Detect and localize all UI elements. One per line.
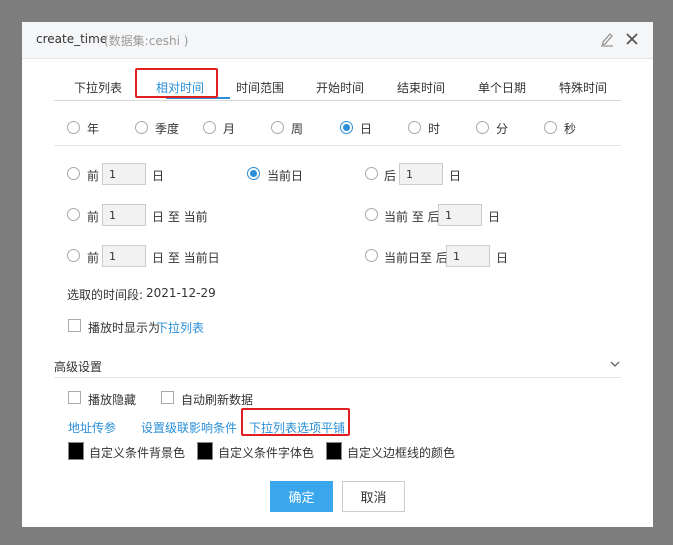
radio-day-label: 日 [360,122,373,136]
close-icon[interactable] [625,32,639,46]
previous-n-to-current-day-input[interactable] [102,245,146,267]
selected-period-label: 选取的时间段: [67,288,144,302]
radio-week[interactable] [271,121,284,134]
border-color-label: 自定义边框线的颜色 [347,446,456,460]
radio-minute-label: 分 [496,122,509,136]
condition-font-color-swatch[interactable] [197,442,213,460]
label-unit: 日 [488,210,501,224]
radio-quarter-label: 季度 [155,122,180,136]
label-current-to-next: 当前 至 后 [384,210,440,224]
cancel-button[interactable]: 取消 [342,481,405,512]
radio-previous-n-to-current[interactable] [67,208,80,221]
label-current-day: 当前日 [267,169,304,183]
tab-single-date[interactable]: 单个日期 [478,79,526,96]
dialog: create_time (数据集:ceshi ) 下拉列表 相对时间 时间范围 … [22,22,653,527]
previous-n-input[interactable] [102,163,146,185]
condition-font-color-label: 自定义条件字体色 [218,446,315,460]
dialog-subtitle: (数据集:ceshi ) [104,34,189,48]
label-unit: 日 [152,169,165,183]
highlight-box-tab [135,68,218,98]
auto-refresh-checkbox[interactable] [161,391,174,404]
tab-dropdown-list[interactable]: 下拉列表 [74,79,122,96]
radio-month-label: 月 [223,122,236,136]
label-unit-to-current: 日 至 当前 [152,210,208,224]
label-next: 后 [384,169,397,183]
tab-start-time[interactable]: 开始时间 [316,79,364,96]
previous-n-to-current-input[interactable] [102,204,146,226]
dialog-title: create_time [36,32,108,46]
border-color-swatch[interactable] [326,442,342,460]
title-bar: create_time (数据集:ceshi ) [22,22,653,59]
current-day-to-next-n-input[interactable] [446,245,490,267]
radio-day[interactable] [340,121,353,134]
radio-second[interactable] [544,121,557,134]
radio-minute[interactable] [476,121,489,134]
radio-current-day[interactable] [247,167,260,180]
condition-bg-color-swatch[interactable] [68,442,84,460]
divider [54,377,621,378]
label-previous: 前 [87,251,100,265]
radio-hour-label: 时 [428,122,441,136]
label-unit: 日 [449,169,462,183]
divider [54,145,621,146]
current-to-next-n-input[interactable] [438,204,482,226]
advanced-settings-title: 高级设置 [54,360,103,374]
label-unit: 日 [496,251,509,265]
radio-current-to-next-n[interactable] [365,208,378,221]
next-n-input[interactable] [399,163,443,185]
edit-icon[interactable] [600,31,614,47]
tab-end-time[interactable]: 结束时间 [397,79,445,96]
confirm-button[interactable]: 确定 [270,481,333,512]
highlight-box-link [241,408,350,436]
radio-next-n[interactable] [365,167,378,180]
url-params-link[interactable]: 地址传参 [68,419,116,436]
radio-second-label: 秒 [564,122,577,136]
selected-period-value: 2021-12-29 [146,286,216,300]
radio-year-label: 年 [87,122,100,136]
tab-special-time[interactable]: 特殊时间 [559,79,607,96]
radio-week-label: 周 [291,122,304,136]
play-display-link[interactable]: 下拉列表 [156,319,204,336]
condition-bg-color-label: 自定义条件背景色 [89,446,186,460]
radio-current-day-to-next-n[interactable] [365,249,378,262]
radio-year[interactable] [67,121,80,134]
radio-month[interactable] [203,121,216,134]
auto-refresh-label: 自动刷新数据 [181,393,254,407]
tab-time-range[interactable]: 时间范围 [236,79,284,96]
play-display-label: 播放时显示为 [88,321,161,335]
radio-previous-n[interactable] [67,167,80,180]
play-hide-label: 播放隐藏 [88,393,137,407]
label-previous: 前 [87,210,100,224]
label-previous: 前 [87,169,100,183]
cascade-conditions-link[interactable]: 设置级联影响条件 [141,419,237,436]
label-current-day-to-next: 当前日至 后 [384,251,448,265]
radio-hour[interactable] [408,121,421,134]
play-hide-checkbox[interactable] [68,391,81,404]
play-display-checkbox[interactable] [68,319,81,332]
radio-previous-n-to-current-day[interactable] [67,249,80,262]
chevron-down-icon[interactable] [610,359,620,369]
label-unit-to-current-day: 日 至 当前日 [152,251,220,265]
radio-quarter[interactable] [135,121,148,134]
